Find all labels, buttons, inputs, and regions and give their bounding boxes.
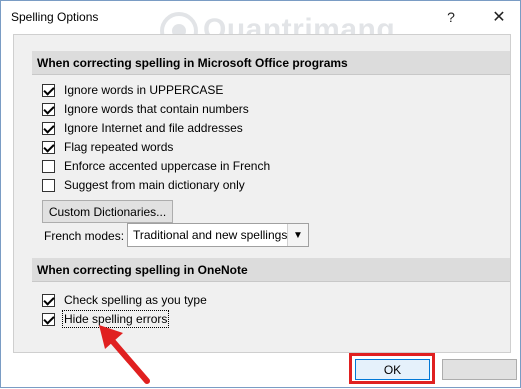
- option-label: Suggest from main dictionary only: [64, 178, 245, 192]
- office-section-header: When correcting spelling in Microsoft Of…: [32, 51, 510, 75]
- ok-button[interactable]: OK: [355, 359, 430, 380]
- checkbox[interactable]: [42, 159, 55, 173]
- option-ignore-internet[interactable]: Ignore Internet and file addresses: [42, 119, 243, 137]
- option-label: Check spelling as you type: [64, 293, 207, 307]
- french-modes-select[interactable]: Traditional and new spellings ▼: [127, 223, 309, 247]
- option-check-as-you-type[interactable]: Check spelling as you type: [42, 291, 207, 309]
- onenote-section-header: When correcting spelling in OneNote: [32, 258, 510, 282]
- option-label: Enforce accented uppercase in French: [64, 159, 271, 173]
- cancel-button[interactable]: [442, 359, 517, 380]
- red-arrow-annotation: [99, 325, 150, 384]
- french-modes-value: Traditional and new spellings: [133, 228, 288, 242]
- option-label: Ignore Internet and file addresses: [64, 121, 243, 135]
- option-ignore-uppercase[interactable]: Ignore words in UPPERCASE: [42, 81, 223, 99]
- option-label: Ignore words that contain numbers: [64, 102, 249, 116]
- option-label: Ignore words in UPPERCASE: [64, 83, 224, 97]
- option-enforce-accented[interactable]: Enforce accented uppercase in French: [42, 157, 270, 175]
- title-bar: Spelling Options ? ✕: [1, 1, 520, 33]
- option-flag-repeated[interactable]: Flag repeated words: [42, 138, 173, 156]
- checkbox[interactable]: [42, 102, 55, 116]
- custom-dictionaries-button[interactable]: Custom Dictionaries...: [42, 200, 173, 223]
- checkbox[interactable]: [42, 121, 55, 135]
- checkbox[interactable]: [42, 178, 55, 192]
- options-panel: When correcting spelling in Microsoft Of…: [13, 34, 511, 353]
- close-button[interactable]: ✕: [486, 5, 512, 29]
- checkbox[interactable]: [42, 312, 55, 326]
- checkbox[interactable]: [42, 83, 55, 97]
- french-modes-label: French modes:: [44, 229, 125, 243]
- chevron-down-icon[interactable]: ▼: [287, 224, 308, 246]
- option-label: Flag repeated words: [64, 140, 174, 154]
- option-ignore-numbers[interactable]: Ignore words that contain numbers: [42, 100, 249, 118]
- checkbox[interactable]: [42, 293, 55, 307]
- help-button[interactable]: ?: [438, 5, 464, 29]
- option-main-dictionary[interactable]: Suggest from main dictionary only: [42, 176, 245, 194]
- spelling-options-dialog: Spelling Options ? ✕ Quantrimang When co…: [0, 0, 521, 388]
- checkbox[interactable]: [42, 140, 55, 154]
- window-title: Spelling Options: [11, 10, 99, 24]
